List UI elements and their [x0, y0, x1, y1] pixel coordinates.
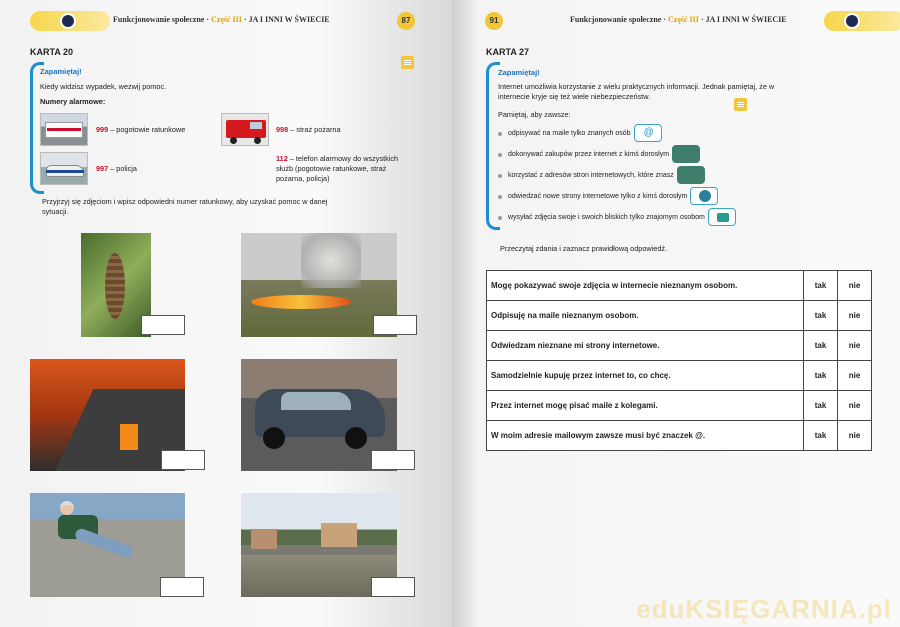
answer-yes[interactable]: tak — [803, 330, 838, 361]
question-text: Samodzielnie kupuję przez internet to, c… — [486, 360, 804, 391]
remember-label: Zapamiętaj! — [498, 68, 540, 77]
table-row: W moim adresie mailowym zawsze musi być … — [486, 420, 872, 451]
answer-yes[interactable]: tak — [803, 420, 838, 451]
photo-instruction: Przyjrzyj się zdjęciom i wpisz odpowiedn… — [42, 197, 328, 216]
question-text: W moim adresie mailowym zawsze musi być … — [486, 420, 804, 451]
numbers-heading: Numery alarmowe: — [40, 97, 106, 106]
left-page: Funkcjonowanie społeczne · Część III · J… — [0, 0, 452, 627]
table-row: Samodzielnie kupuję przez internet to, c… — [486, 360, 872, 391]
watermark: eduKSIĘGARNIA.pl — [636, 594, 892, 624]
list-item: dokonywać zakupów przez internet z kimś … — [498, 144, 736, 165]
list-item: korzystać z adresów stron internetowych,… — [498, 165, 736, 186]
header-logo-pill — [824, 11, 900, 31]
book-spread: Funkcjonowanie społeczne · Część III · J… — [0, 0, 900, 627]
table-row: Odwiedzam nieznane mi strony internetowe… — [486, 330, 872, 361]
quiz-instruction: Przeczytaj zdania i zaznacz prawidłową o… — [500, 244, 668, 253]
answer-box-5[interactable] — [160, 577, 204, 597]
card-title: KARTA 27 — [486, 47, 530, 57]
family-icon — [60, 13, 76, 29]
answer-box-4[interactable] — [371, 450, 415, 470]
camera-icon — [707, 208, 736, 227]
true-false-table: Mogę pokazywać swoje zdjęcia w interneci… — [486, 270, 872, 451]
answer-box-6[interactable] — [371, 577, 415, 597]
answer-box-3[interactable] — [161, 450, 205, 470]
answer-box-1[interactable] — [141, 315, 185, 335]
number-997: 997 – policja — [96, 164, 137, 173]
list-item: odpisywać na maile tylko znanych osób @ — [498, 123, 736, 144]
page-number: 87 — [397, 12, 415, 30]
answer-yes[interactable]: tak — [803, 360, 838, 391]
question-text: Odpisuję na maile nieznanym osobom. — [486, 300, 804, 331]
answer-no[interactable]: nie — [837, 330, 872, 361]
table-row: Mogę pokazywać swoje zdjęcia w interneci… — [486, 270, 872, 301]
answer-yes[interactable]: tak — [803, 270, 838, 301]
note-icon — [401, 56, 414, 69]
card-title: KARTA 20 — [30, 47, 74, 57]
page-number: 91 — [485, 12, 503, 30]
family-icon — [844, 13, 860, 29]
answer-yes[interactable]: tak — [803, 300, 838, 331]
header-logo-pill — [30, 11, 110, 31]
answer-yes[interactable]: tak — [803, 390, 838, 421]
user-icon — [690, 187, 719, 206]
running-header: Funkcjonowanie społeczne · Część III · J… — [570, 15, 787, 24]
question-text: Przez internet mogę pisać maile z kolega… — [486, 390, 804, 421]
fire-truck-image — [221, 113, 269, 146]
answer-no[interactable]: nie — [837, 360, 872, 391]
answer-no[interactable]: nie — [837, 270, 872, 301]
cart-icon — [672, 145, 701, 164]
list-item: wysyłać zdjęcia swoje i swoich bliskich … — [498, 207, 736, 228]
number-112: 112 – telefon alarmowy do wszystkich słu… — [276, 154, 399, 183]
answer-no[interactable]: nie — [837, 300, 872, 331]
web-icon — [676, 166, 705, 185]
running-header: Funkcjonowanie społeczne · Część III · J… — [113, 15, 330, 24]
table-row: Odpisuję na maile nieznanym osobom. tak ni… — [486, 300, 872, 331]
police-car-image — [40, 152, 88, 185]
answer-no[interactable]: nie — [837, 420, 872, 451]
answer-no[interactable]: nie — [837, 390, 872, 421]
always-label: Pamiętaj, aby zawsze: — [498, 110, 571, 119]
table-row: Przez internet mogę pisać maile z kolega… — [486, 390, 872, 421]
email-icon: @ — [633, 124, 662, 143]
question-text: Odwiedzam nieznane mi strony internetowe… — [486, 330, 804, 361]
list-item: odwiedzać nowe strony internetowe tylko … — [498, 186, 736, 207]
number-998: 998 – straż pożarna — [276, 125, 341, 134]
remember-label: Zapamiętaj! — [40, 67, 82, 76]
remember-intro: Kiedy widzisz wypadek, wezwij pomoc. — [40, 82, 167, 91]
number-999: 999 – pogotowie ratunkowe — [96, 125, 186, 134]
question-text: Mogę pokazywać swoje zdjęcia w interneci… — [486, 270, 804, 301]
right-page: 91 Funkcjonowanie społeczne · Część III … — [452, 0, 900, 627]
ambulance-image — [40, 113, 88, 146]
remember-intro: Internet umożliwia korzystanie z wielu p… — [498, 82, 775, 101]
safety-rules-list: odpisywać na maile tylko znanych osób @ d… — [498, 123, 736, 228]
answer-box-2[interactable] — [373, 315, 417, 335]
